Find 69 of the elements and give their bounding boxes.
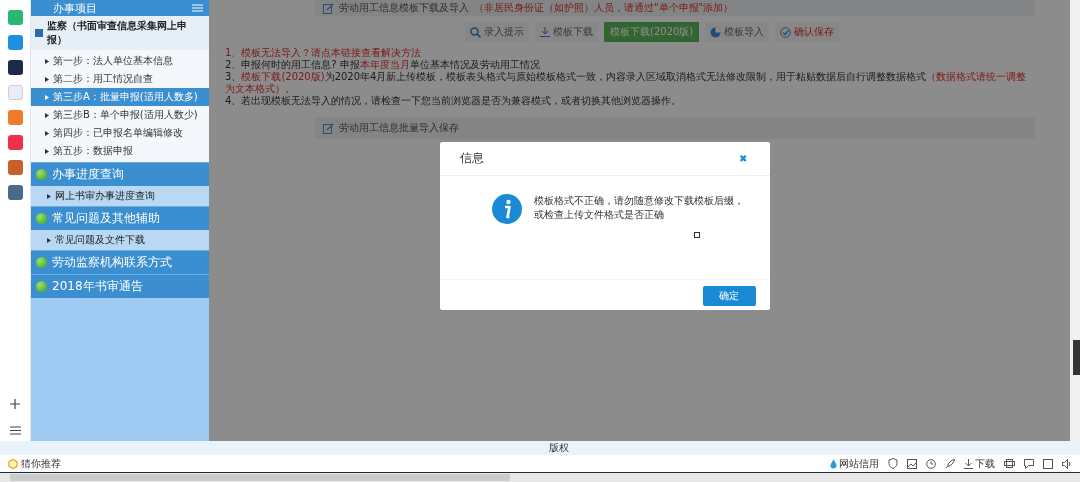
panel-title: 劳动用工信息批量导入保存	[339, 121, 459, 135]
recommend-link[interactable]: 猜你推荐	[21, 456, 61, 471]
drop-icon	[830, 458, 837, 469]
sidebar-step[interactable]: 第三步A：批量申报(适用人数多)	[31, 88, 209, 106]
toolbar-button[interactable]: 模板下载(2020版)	[604, 22, 700, 42]
add-icon[interactable]	[9, 398, 21, 410]
sidebar-step[interactable]: 第五步：数据申报	[31, 142, 209, 160]
caret-icon	[45, 58, 49, 64]
caret-icon	[47, 193, 51, 199]
shopping-app-icon[interactable]	[7, 110, 23, 125]
image-icon[interactable]	[907, 458, 917, 469]
info-icon	[491, 194, 522, 224]
letter-p-app-icon[interactable]	[7, 35, 23, 50]
site-credit-button[interactable]: 网站信用	[830, 456, 879, 471]
instruction-line: 1、模板无法导入？请点本链接查看解决方法	[225, 47, 423, 59]
caret-icon	[45, 130, 49, 136]
caret-icon	[47, 237, 51, 243]
download-icon	[964, 458, 973, 469]
scrollbar[interactable]	[0, 473, 1080, 482]
printer-icon[interactable]	[1004, 459, 1015, 468]
confirm-button[interactable]: 确定	[702, 286, 756, 306]
picture-app-icon[interactable]	[7, 185, 23, 200]
sidebar-step[interactable]: 第二步：用工情况自查	[31, 70, 209, 88]
sidebar-section[interactable]: 2018年书审通告	[31, 274, 209, 298]
square-icon	[35, 29, 43, 37]
caret-icon	[45, 76, 49, 82]
toolbar-button[interactable]: 模板导入	[705, 22, 770, 42]
square-icon	[693, 232, 700, 238]
app-icon[interactable]	[7, 60, 23, 75]
toolbar-button[interactable]: 确认保存	[775, 22, 840, 42]
sidebar-link[interactable]: 网上书审办事进度查询	[31, 186, 209, 206]
chat-icon[interactable]	[1024, 458, 1034, 469]
panel-note: （非居民身份证（如护照）人员，请通过"单个申报"添加）	[474, 1, 734, 15]
edit-icon	[323, 122, 334, 134]
pie-icon	[710, 26, 722, 38]
download-icon	[540, 27, 550, 37]
toolbar-button[interactable]: 录入提示	[465, 22, 529, 42]
edit-icon	[323, 2, 334, 14]
instruction-line: 4、若出现模板无法导入的情况，请检查一下您当前浏览器是否为兼容模式，或者切换其他浏览器操作。	[225, 95, 683, 107]
caret-icon	[45, 94, 49, 100]
hexagon-icon	[8, 458, 18, 469]
mail-app-icon[interactable]	[7, 10, 23, 25]
download-button[interactable]: 下载	[964, 456, 995, 471]
sidebar-step[interactable]: 第一步：法人单位基本信息	[31, 52, 209, 70]
close-button[interactable]: ✖	[739, 153, 748, 164]
caret-icon	[45, 148, 49, 154]
game-app-icon[interactable]	[7, 160, 23, 175]
dialog-title: 信息	[459, 150, 484, 167]
menu-icon[interactable]	[9, 426, 21, 435]
sidebar-step[interactable]: 第三步B：单个申报(适用人数少)	[31, 106, 209, 124]
panel-title: 劳动用工信息模板下载及导入	[339, 1, 469, 15]
sidebar-section[interactable]: 劳动监察机构联系方式	[31, 250, 209, 274]
window-icon[interactable]	[1043, 458, 1053, 469]
instruction-line: 2、申报何时的用工信息? 申报本年度当月单位基本情况及劳动用工情况	[225, 59, 541, 71]
sidebar-link[interactable]: 常见问题及文件下载	[31, 230, 209, 250]
scrollbar[interactable]	[1070, 0, 1080, 441]
history-icon[interactable]	[926, 458, 936, 469]
toolbar-button[interactable]: 模板下载	[535, 22, 598, 42]
sidebar-section[interactable]: 办事进度查询	[31, 162, 209, 186]
caret-icon	[45, 112, 49, 118]
sidebar-step[interactable]: 第四步：已申报名单编辑修改	[31, 124, 209, 142]
shield-icon[interactable]	[888, 458, 898, 469]
video-app-icon[interactable]	[7, 135, 23, 150]
search-icon	[470, 26, 481, 38]
sidebar-section[interactable]: 常见问题及其他辅助	[31, 206, 209, 230]
speaker-icon[interactable]	[1062, 458, 1072, 469]
dialog-message: 模板格式不正确，请勿随意修改下载模板后缀，或检查上传文件格式是否正确	[533, 194, 744, 222]
check-circle-icon	[780, 26, 792, 38]
copyright-text: 版权	[549, 441, 569, 455]
